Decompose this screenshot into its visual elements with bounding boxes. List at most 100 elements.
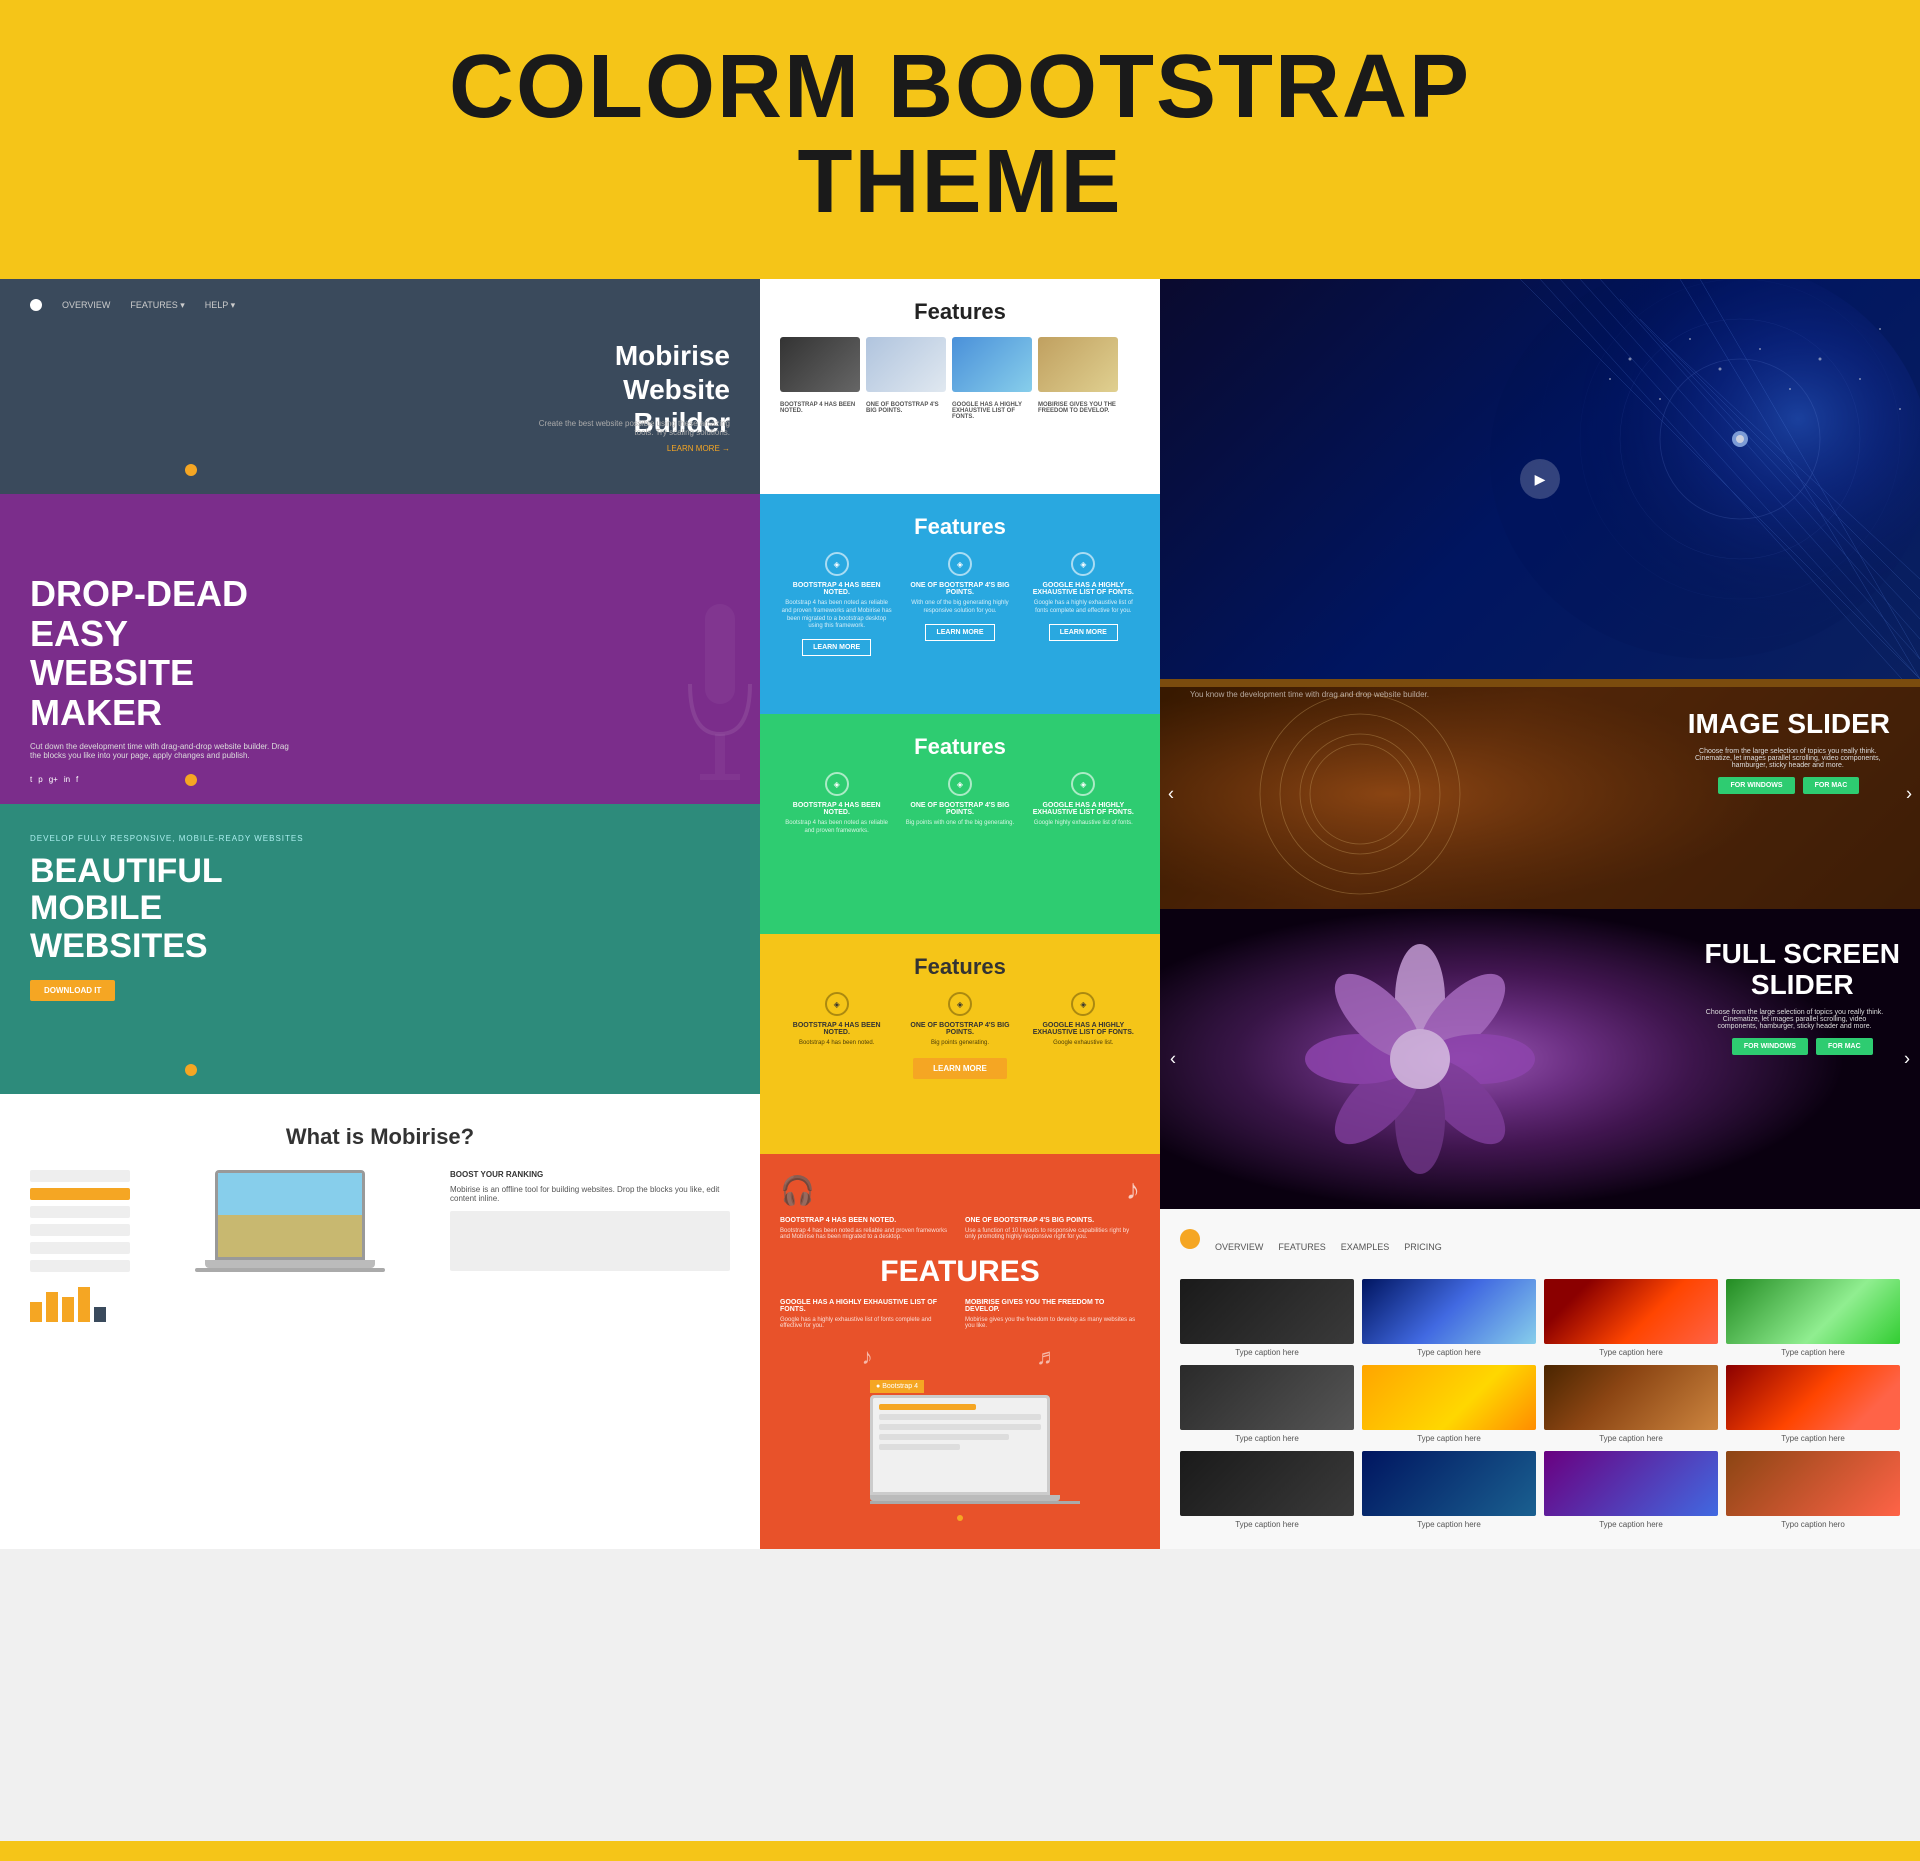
gallery-item-12: Typo caption hero [1726,1451,1900,1529]
orange-dot-3 [185,1064,197,1076]
blue-col2-text: With one of the big generating highly re… [903,600,1016,616]
green-icon-2: ◈ [948,772,972,796]
laptop-orange-inner [873,1398,1047,1492]
yellow-icon-1: ◈ [825,992,849,1016]
description-text: Mobirise is an offline tool for building… [450,1185,730,1203]
gallery-img-8[interactable] [1726,1365,1900,1430]
image-slider-heading: IMAGE SLIDER [1688,709,1890,740]
yellow-col-1: ◈ BOOTSTRAP 4 HAS BEEN NOTED. Bootstrap … [780,992,893,1048]
laptop-orange-mockup: ● Bootstrap 4 [870,1380,1050,1526]
sidebar-bottom [30,1282,130,1322]
laptop-screen-inner [218,1173,362,1257]
image-slider-bg: You know the development time with drag … [1160,679,1920,909]
gallery-item-1: Type caption here [1180,1279,1354,1357]
lo-bar-5 [879,1444,960,1450]
sidebar-item-3 [30,1206,130,1218]
green-col-1: ◈ BOOTSTRAP 4 HAS BEEN NOTED. Bootstrap … [780,772,893,836]
gallery-img-9[interactable] [1180,1451,1354,1516]
download-button[interactable]: DOWNLOAD IT [30,980,115,1001]
sidebar-mockup [30,1170,130,1322]
social-twitter[interactable]: t [30,775,32,784]
orange-cols-bottom: GOOGLE HAS A HIGHLY EXHAUSTIVE LIST OF F… [780,1299,1140,1329]
slider-windows-btn[interactable]: FOR WINDOWS [1718,777,1794,794]
yellow-col2-title: ONE OF BOOTSTRAP 4'S BIG POINTS. [903,1022,1016,1036]
slider-arrow-left[interactable]: ‹ [1168,784,1174,805]
orange-col1-text: Bootstrap 4 has been noted as reliable a… [780,1228,955,1240]
feature-img-1 [780,337,860,392]
laptop-orange-foot [870,1501,1080,1504]
orange-col-4: MOBIRISE GIVES YOU THE FREEDOM TO DEVELO… [965,1299,1140,1329]
blue-col3-title: GOOGLE HAS A HIGHLY EXHAUSTIVE LIST OF F… [1027,582,1140,596]
right-mockup-text: BOOST YOUR RANKING Mobirise is an offlin… [450,1170,730,1271]
nav-features[interactable]: FEATURES ▾ [130,300,184,311]
bar-1 [30,1302,42,1322]
gallery-img-11[interactable] [1544,1451,1718,1516]
gallery-img-12[interactable] [1726,1451,1900,1516]
slider-arrow-right[interactable]: › [1906,784,1912,805]
gallery-img-2[interactable] [1362,1279,1536,1344]
orange-col3-text: Google has a highly exhaustive list of f… [780,1317,955,1329]
social-icons: t p g+ in f [30,775,730,784]
gallery-img-7[interactable] [1544,1365,1718,1430]
orange-icon-headphone: 🎧 [780,1174,815,1207]
orange-col2-title: ONE OF BOOTSTRAP 4'S BIG POINTS. [965,1217,1140,1224]
social-google[interactable]: g+ [49,775,58,784]
yellow-col1-title: BOOTSTRAP 4 HAS BEEN NOTED. [780,1022,893,1036]
green-col2-title: ONE OF BOOTSTRAP 4'S BIG POINTS. [903,802,1016,816]
features-blue-heading: Features [780,514,1140,540]
gallery-nav-overview[interactable]: OVERVIEW [1215,1242,1263,1252]
flower-windows-btn[interactable]: FOR WINDOWS [1732,1038,1808,1055]
sidebar-item-5 [30,1242,130,1254]
flower-arrow-right[interactable]: › [1904,1049,1910,1070]
orange-col1-title: BOOTSTRAP 4 HAS BEEN NOTED. [780,1217,955,1224]
image-slider-panel: You know the development time with drag … [1160,679,1920,909]
green-col-2: ◈ ONE OF BOOTSTRAP 4'S BIG POINTS. Big p… [903,772,1016,836]
middle-column: Features BOOTSTRAP 4 HAS BEEN NOTED. ONE… [760,279,1160,1549]
blue-learn-more-btn3[interactable]: LEARN MORE [1049,624,1118,641]
gallery-item-7: Type caption here [1544,1365,1718,1443]
nav-overview[interactable]: OVERVIEW [62,300,110,310]
features-green-cols: ◈ BOOTSTRAP 4 HAS BEEN NOTED. Bootstrap … [780,772,1140,836]
play-button[interactable]: ▶ [1520,459,1560,499]
gallery-img-3[interactable] [1544,1279,1718,1344]
flower-mac-btn[interactable]: FOR MAC [1816,1038,1873,1055]
image-slider-desc: Choose from the large selection of topic… [1688,748,1888,769]
gallery-nav-pricing[interactable]: PRICING [1404,1242,1442,1252]
social-facebook[interactable]: f [76,775,78,784]
gallery-img-1[interactable] [1180,1279,1354,1344]
sidebar-item-1 [30,1170,130,1182]
blue-learn-more-btn2[interactable]: LEARN MORE [925,624,994,641]
gallery-img-5[interactable] [1180,1365,1354,1430]
learn-more-link[interactable]: LEARN MORE → [667,444,730,453]
galaxy-panel: ▶ [1160,279,1920,679]
social-linkedin[interactable]: in [64,775,70,784]
right-column: ▶ [1160,279,1920,1549]
gallery-img-6[interactable] [1362,1365,1536,1430]
orange-heading: FEATURES [780,1255,1140,1289]
gallery-item-6: Type caption here [1362,1365,1536,1443]
feature-label-3: GOOGLE HAS A HIGHLY EXHAUSTIVE LIST OF F… [952,402,1032,420]
feature-img-2 [866,337,946,392]
laptop-mockup [150,1170,430,1272]
slider-mac-btn[interactable]: FOR MAC [1803,777,1860,794]
feature-img-row [780,337,1140,392]
gallery-nav-features[interactable]: FEATURES [1278,1242,1325,1252]
social-pinterest[interactable]: p [38,775,42,784]
flower-slider-heading: FULL SCREENSLIDER [1705,939,1901,1001]
flower-slider-desc: Choose from the large selection of topic… [1705,1009,1885,1030]
yellow-col3-text: Google exhaustive list. [1027,1040,1140,1048]
orange-col3-title: GOOGLE HAS A HIGHLY EXHAUSTIVE LIST OF F… [780,1299,955,1313]
gallery-nav-examples[interactable]: EXAMPLES [1341,1242,1390,1252]
flower-arrow-left[interactable]: ‹ [1170,1049,1176,1070]
gallery-img-4[interactable] [1726,1279,1900,1344]
nav-help[interactable]: HELP ▾ [205,300,235,311]
yellow-learn-more-btn[interactable]: LEARN MORE [913,1058,1007,1079]
laptop-orange-screen [870,1395,1050,1495]
gallery-img-10[interactable] [1362,1451,1536,1516]
features-orange-panel: 🎧 ♪ BOOTSTRAP 4 HAS BEEN NOTED. Bootstra… [760,1154,1160,1549]
orange-col-2: ONE OF BOOTSTRAP 4'S BIG POINTS. Use a f… [965,1217,1140,1240]
nav-bar: OVERVIEW FEATURES ▾ HELP ▾ [30,299,730,311]
gallery-logo [1180,1229,1200,1249]
panel-what-mobirise: What is Mobirise? [0,1094,760,1549]
blue-learn-more-btn[interactable]: LEARN MORE [802,639,871,656]
